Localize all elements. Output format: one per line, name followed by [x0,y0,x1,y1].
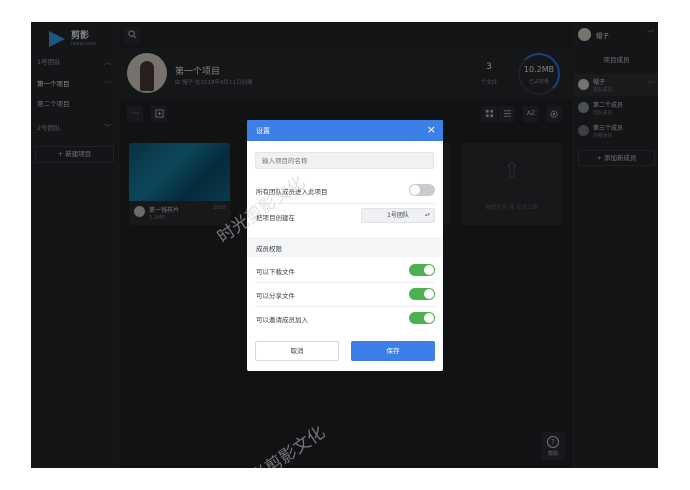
permission-label: 可以邀请成员加入 [256,316,308,324]
divider [255,282,435,283]
create-in-row: 把项目创建在 1号团队 ▴▾ [255,206,435,226]
all-members-toggle[interactable] [409,184,435,196]
permission-row: 可以下载文件 [255,260,435,280]
permission-label: 可以下载文件 [256,268,295,276]
download-toggle[interactable] [409,264,435,276]
permission-label: 可以分享文件 [256,292,295,300]
permissions-section: 成员权限 [247,237,443,257]
divider [255,306,435,307]
permission-row: 可以邀请成员加入 [255,308,435,328]
team-select[interactable]: 1号团队 ▴▾ [361,208,435,223]
cancel-button[interactable]: 取消 [255,341,339,361]
permission-row: 可以分享文件 [255,284,435,304]
team-select-value: 1号团队 [387,212,409,219]
app-window: 剪影 hiwai.com 1号团队 ︿ 第一个项目 ··· 第二个项目 2号团队… [31,22,658,468]
project-name-input[interactable] [255,152,434,169]
settings-modal: 设置 × 所有团队成员进入此项目 把项目创建在 1号团队 ▴▾ 成员权限 可以下… [247,120,443,371]
modal-title: 设置 [256,127,270,135]
modal-header: 设置 × [247,120,443,141]
permissions-label: 成员权限 [256,245,282,253]
close-icon[interactable]: × [427,123,436,137]
save-button[interactable]: 保存 [351,341,435,361]
share-toggle[interactable] [409,288,435,300]
select-arrows-icon: ▴▾ [424,212,430,218]
invite-toggle[interactable] [409,312,435,324]
